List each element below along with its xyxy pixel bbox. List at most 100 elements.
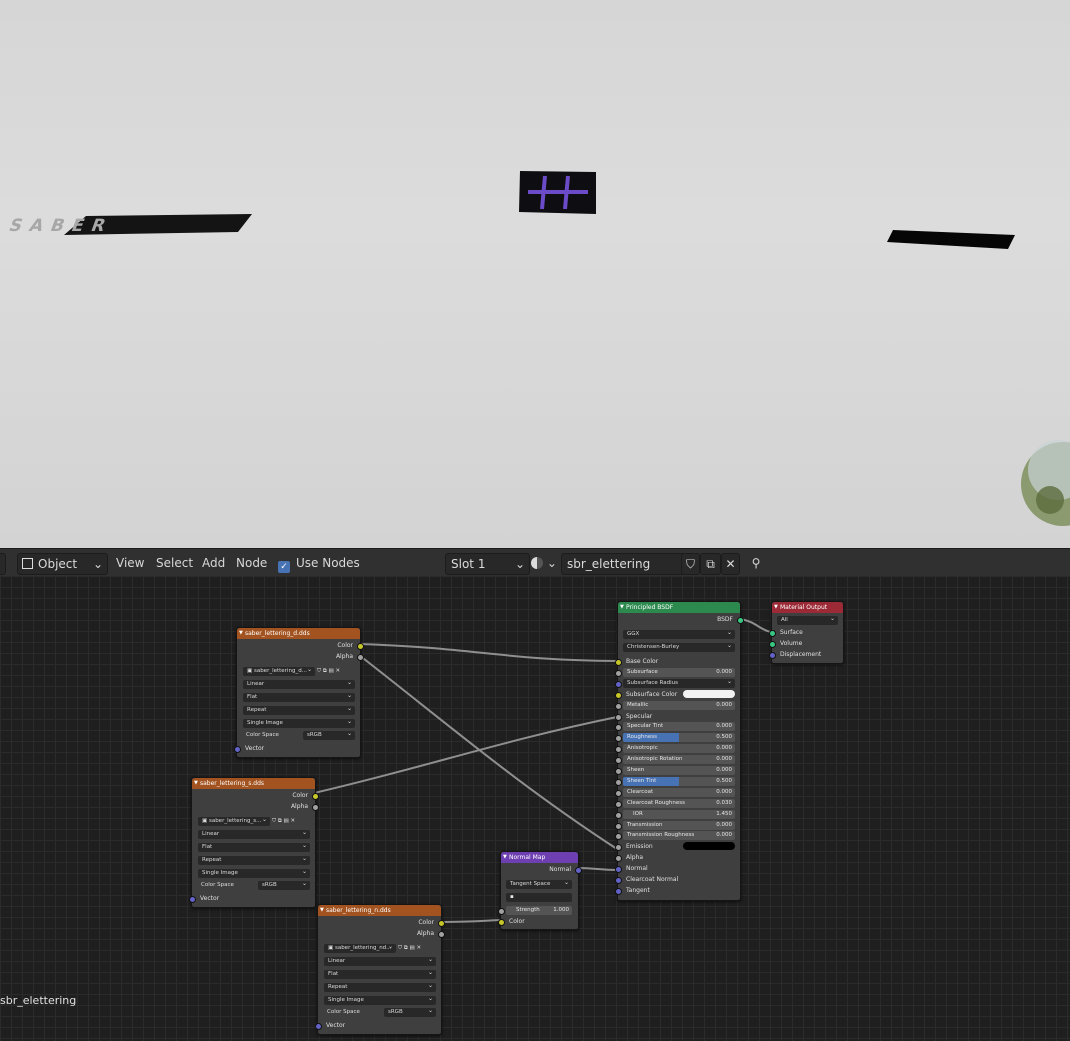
transmission-roughness-field[interactable]: Transmission Roughness 0.000 — [623, 831, 735, 841]
output-alpha-socket[interactable] — [312, 804, 319, 811]
input-anisotropic-rotation-socket[interactable] — [615, 757, 622, 765]
select-menu[interactable]: Select — [156, 553, 193, 573]
subsurface-field[interactable]: Subsurface 0.000 — [623, 667, 735, 677]
node-header[interactable]: ▼ Principled BSDF — [618, 602, 740, 613]
view-menu[interactable]: View — [116, 553, 144, 573]
interpolation-select[interactable]: Linear — [243, 678, 355, 689]
material-name-field[interactable]: sbr_elettering — [561, 553, 686, 575]
unlink-close-icon[interactable]: ✕ — [721, 553, 740, 575]
image-texture-node-normal[interactable]: ▼ saber_lettering_n.dds Color Alpha ▣ sab… — [315, 904, 445, 1035]
input-sheen-socket[interactable] — [615, 768, 622, 775]
extension-select[interactable]: Repeat — [243, 704, 355, 715]
input-sheen-tint-socket[interactable] — [615, 778, 622, 786]
subsurface-color-swatch[interactable] — [683, 689, 735, 698]
input-transmission-socket[interactable] — [615, 822, 622, 830]
colorspace-select[interactable]: sRGB — [258, 879, 310, 890]
collapse-arrow-icon[interactable]: ▼ — [774, 602, 778, 613]
anisotropic-rotation-field[interactable]: Anisotropic Rotation 0.000 — [623, 755, 735, 765]
slot-dropdown[interactable]: Slot 1 ⌄ — [445, 553, 530, 575]
node-editor-canvas[interactable]: ▼ saber_lettering_d.dds Color Alpha ▣ sab… — [0, 576, 1070, 1041]
collapse-arrow-icon[interactable]: ▼ — [320, 905, 324, 916]
image-texture-node-diffuse[interactable]: ▼ saber_lettering_d.dds Color Alpha ▣ sab… — [234, 627, 364, 758]
interpolation-select[interactable]: Linear — [198, 828, 310, 839]
output-alpha-socket[interactable] — [438, 931, 445, 938]
node-header[interactable]: ▼ saber_lettering_n.dds — [318, 905, 441, 916]
material-browse-button[interactable]: ⌄ — [531, 553, 559, 573]
duplicate-material-icon[interactable]: ⧉ — [700, 553, 721, 575]
input-volume-socket[interactable] — [769, 641, 776, 648]
projection-select[interactable]: Flat — [324, 968, 436, 979]
input-ior-socket[interactable] — [615, 811, 622, 819]
object-mode-dropdown[interactable]: Object ⌄ — [17, 553, 108, 575]
specular-tint-field[interactable]: Specular Tint 0.000 — [623, 722, 735, 732]
input-specular-tint-socket[interactable] — [615, 724, 622, 732]
colorspace-select[interactable]: sRGB — [384, 1006, 436, 1017]
collapse-arrow-icon[interactable]: ▼ — [194, 778, 198, 789]
interpolation-select[interactable]: Linear — [324, 955, 436, 966]
input-subsurface-radius-socket[interactable] — [615, 680, 622, 688]
collapse-arrow-icon[interactable]: ▼ — [620, 602, 624, 613]
node-image-buttons[interactable]: ⛉ ⧉ ▤ ✕ — [317, 668, 340, 675]
subsurface-method-select[interactable]: Christensen-Burley — [623, 641, 735, 652]
node-image-buttons[interactable]: ⛉ ⧉ ▤ ✕ — [272, 818, 295, 825]
source-select[interactable]: Single Image — [243, 717, 355, 728]
input-vector-socket[interactable] — [189, 896, 196, 903]
collapse-arrow-icon[interactable]: ▼ — [239, 628, 243, 639]
input-subsurface-socket[interactable] — [615, 669, 622, 677]
image-datablock-field[interactable]: ▣ saber_lettering_nd... — [324, 942, 396, 953]
source-select[interactable]: Single Image — [324, 994, 436, 1005]
sheen-tint-field[interactable]: Sheen Tint 0.500 — [623, 776, 735, 786]
input-strength-socket[interactable] — [498, 908, 505, 915]
add-menu[interactable]: Add — [202, 553, 225, 573]
extension-select[interactable]: Repeat — [324, 981, 436, 992]
image-datablock-field[interactable]: ▣ saber_lettering_d... — [243, 665, 315, 676]
black-plane[interactable] — [887, 230, 1015, 249]
extension-select[interactable]: Repeat — [198, 854, 310, 865]
input-surface-socket[interactable] — [769, 630, 776, 637]
node-image-buttons[interactable]: ⛉ ⧉ ▤ ✕ — [398, 945, 421, 952]
metallic-field[interactable]: Metallic 0.000 — [623, 700, 735, 710]
image-texture-node-specular[interactable]: ▼ saber_lettering_s.dds Color Alpha ▣ sab… — [189, 777, 319, 908]
output-color-socket[interactable] — [438, 920, 445, 927]
material-output-node[interactable]: ▼Material Output All Surface Volume Disp… — [769, 601, 844, 664]
clearcoat-field[interactable]: Clearcoat 0.000 — [623, 787, 735, 797]
ior-field[interactable]: IOR 1.450 — [623, 809, 735, 819]
output-color-socket[interactable] — [357, 643, 364, 650]
node-menu[interactable]: Node — [236, 553, 267, 573]
strength-field[interactable]: Strength 1.000 — [506, 906, 572, 915]
input-roughness-socket[interactable] — [615, 735, 622, 743]
principled-bsdf-node[interactable]: ▼Principled BSDF BSDF GGX Christensen-Bu… — [615, 601, 744, 901]
source-select[interactable]: Single Image — [198, 867, 310, 878]
subsurface-radius-select[interactable]: Subsurface Radius — [623, 677, 735, 688]
anisotropic-field[interactable]: Anisotropic 0.000 — [623, 744, 735, 754]
use-nodes-checkbox[interactable]: ✓ Use Nodes — [278, 553, 360, 573]
pin-icon[interactable]: ⚲ — [748, 553, 764, 573]
clearcoat-roughness-field[interactable]: Clearcoat Roughness 0.030 — [623, 798, 735, 808]
target-select[interactable]: All — [777, 614, 838, 625]
colorspace-select[interactable]: sRGB — [303, 729, 355, 740]
space-select[interactable]: Tangent Space — [506, 878, 572, 889]
input-displacement-socket[interactable] — [769, 652, 776, 659]
3d-viewport[interactable]: SABER — [0, 0, 1070, 548]
input-clearcoat-roughness-socket[interactable] — [615, 800, 622, 808]
fake-user-shield-icon[interactable]: ⛉ — [681, 553, 700, 575]
transmission-field[interactable]: Transmission 0.000 — [623, 820, 735, 830]
projection-select[interactable]: Flat — [198, 841, 310, 852]
normal-map-node[interactable]: ▼Normal Map Normal Tangent Space ▪ Stren… — [498, 851, 582, 930]
sheen-field[interactable]: Sheen 0.000 — [623, 766, 735, 775]
node-header[interactable]: ▼ Normal Map — [501, 852, 578, 863]
projection-select[interactable]: Flat — [243, 691, 355, 702]
input-color-socket[interactable] — [498, 919, 505, 926]
node-header[interactable]: ▼ saber_lettering_d.dds — [237, 628, 360, 639]
uv-map-field[interactable]: ▪ — [506, 893, 572, 902]
emission-swatch[interactable] — [683, 842, 735, 851]
node-header[interactable]: ▼ saber_lettering_s.dds — [192, 778, 315, 789]
node-header[interactable]: ▼ Material Output — [772, 602, 843, 613]
input-anisotropic-socket[interactable] — [615, 746, 622, 754]
output-alpha-socket[interactable] — [357, 654, 364, 661]
input-vector-socket[interactable] — [234, 746, 241, 753]
image-datablock-field[interactable]: ▣ saber_lettering_s... — [198, 815, 270, 826]
input-clearcoat-socket[interactable] — [615, 789, 622, 797]
output-color-socket[interactable] — [312, 793, 319, 800]
collapse-arrow-icon[interactable]: ▼ — [503, 852, 507, 863]
